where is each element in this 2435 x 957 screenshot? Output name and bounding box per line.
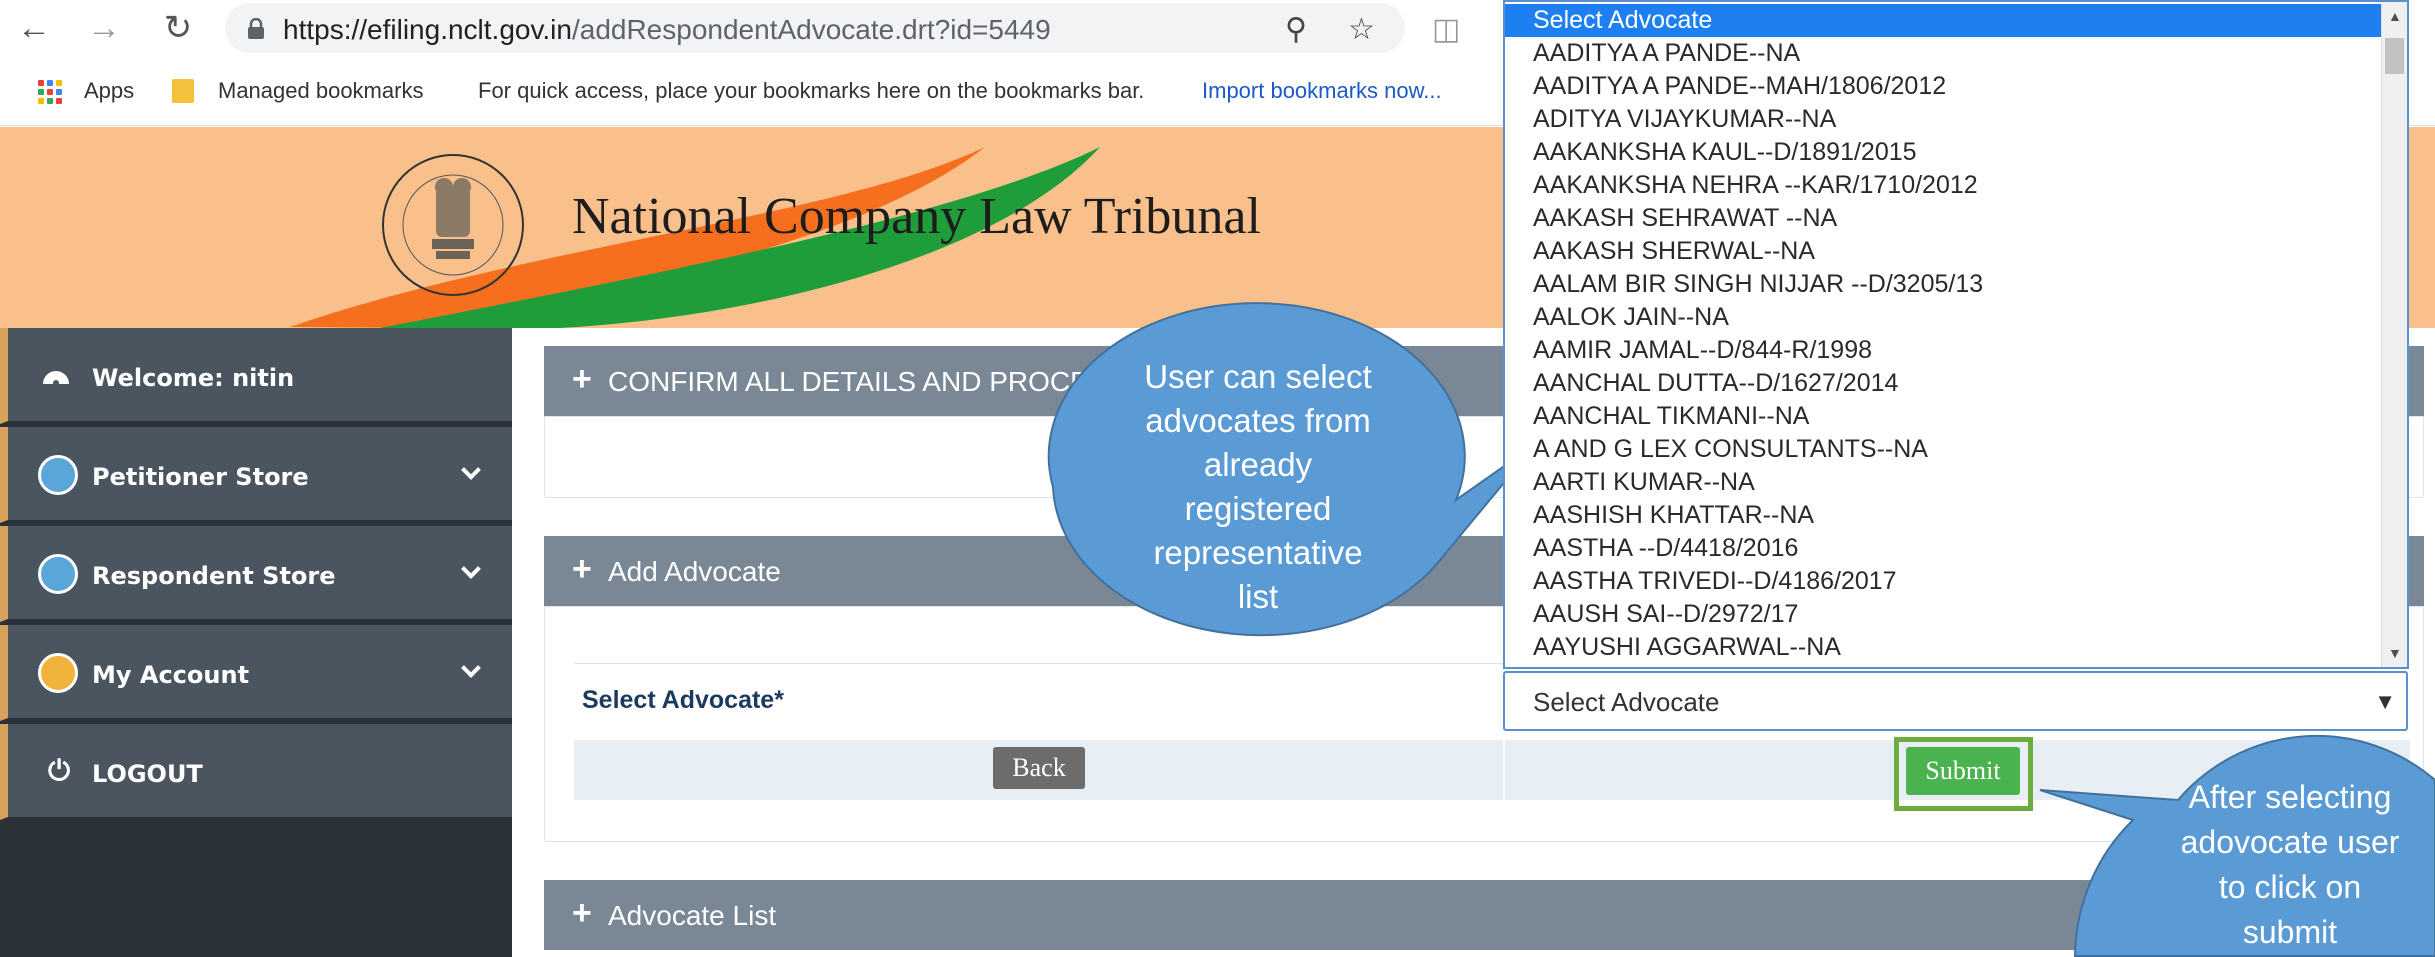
button-row [574, 740, 2410, 800]
sidebar-item-my-account[interactable]: My Account [0, 625, 512, 721]
dropdown-option[interactable]: AASHISH KHATTAR--NA [1505, 499, 2385, 532]
plus-icon: + [572, 360, 592, 398]
dropdown-option[interactable]: A AND G LEX CONSULTANTS--NA [1505, 433, 2385, 466]
callout-advocates-text: User can select advocates from already r… [1098, 355, 1418, 619]
callout-line: advocates from [1145, 402, 1371, 439]
reload-icon[interactable]: ↻ [158, 8, 198, 48]
advocate-select[interactable]: Select Advocate ▼ [1503, 671, 2408, 731]
advocate-list-panel-header[interactable]: + Advocate List [544, 880, 2424, 950]
sidebar-item-label: My Account [92, 661, 250, 689]
dropdown-option[interactable]: AAYUSHI AGGARWAL--NA [1505, 631, 2385, 664]
url-text: https://efiling.nclt.gov.in/addResponden… [283, 14, 1051, 46]
scroll-thumb[interactable] [2385, 38, 2404, 74]
callout-line: list [1237, 578, 1279, 615]
sidebar-welcome: Welcome: nitin [0, 328, 512, 424]
dropdown-option[interactable]: AASTHA --D/4418/2016 [1505, 532, 2385, 565]
dropdown-option[interactable]: AASTHA TRIVEDI--D/4186/2017 [1505, 565, 2385, 598]
address-bar[interactable]: https://efiling.nclt.gov.in/addResponden… [225, 3, 1405, 53]
callout-submit-text: After selecting adovocate user to click … [2150, 775, 2430, 955]
dropdown-scrollbar[interactable]: ▲ ▼ [2381, 2, 2407, 667]
dropdown-option[interactable]: AADITYA A PANDE--MAH/1806/2012 [1505, 70, 2385, 103]
callout-line: registered [1184, 490, 1332, 527]
sidebar-item-label: LOGOUT [92, 760, 203, 788]
dropdown-option[interactable]: AAKANKSHA NEHRA --KAR/1710/2012 [1505, 169, 2385, 202]
callout-line: After selecting [2188, 779, 2392, 815]
submit-button[interactable]: Submit [1906, 747, 2020, 795]
callout-line: to click on [2218, 869, 2362, 905]
plus-icon: + [572, 894, 592, 932]
chevron-down-icon [461, 460, 481, 480]
lock-icon [248, 18, 264, 39]
site-title: National Company Law Tribunal [572, 188, 1261, 245]
chevron-down-icon [461, 559, 481, 579]
sidebar-item-label: Petitioner Store [92, 463, 309, 491]
sidebar: Welcome: nitin Petitioner Store Responde… [0, 328, 512, 957]
dropdown-option[interactable]: ADITYA VIJAYKUMAR--NA [1505, 103, 2385, 136]
import-bookmarks-link[interactable]: Import bookmarks now... [1202, 78, 1442, 104]
bookmarks-hint: For quick access, place your bookmarks h… [478, 78, 1145, 103]
sidebar-item-petitioner-store[interactable]: Petitioner Store [0, 427, 512, 523]
dropdown-option[interactable]: AANCHAL DUTTA--D/1627/2014 [1505, 367, 2385, 400]
url-path: /addRespondentAdvocate.drt?id=5449 [571, 14, 1051, 45]
advocate-select-value: Select Advocate [1533, 687, 1720, 717]
sidebar-item-label: Respondent Store [92, 562, 336, 590]
nclt-logo [378, 147, 528, 307]
forward-arrow-icon[interactable]: → [84, 8, 124, 48]
sidebar-item-logout[interactable]: ⏻ LOGOUT [0, 724, 512, 820]
back-arrow-icon[interactable]: ← [14, 8, 54, 48]
plus-icon: + [572, 550, 592, 588]
callout-line: adovocate user [2180, 824, 2400, 860]
scroll-down-icon[interactable]: ▼ [2388, 645, 2402, 661]
advocate-dropdown-list[interactable]: Select Advocate AADITYA A PANDE--NA AADITY… [1503, 0, 2409, 669]
back-button[interactable]: Back [993, 747, 1085, 789]
callout-line: submit [2242, 914, 2338, 950]
dropdown-option[interactable]: Select Advocate [1505, 4, 2385, 37]
power-icon: ⏻ [48, 754, 71, 787]
dropdown-option[interactable]: AANCHAL TIKMANI--NA [1505, 400, 2385, 433]
store-icon [38, 455, 78, 495]
dropdown-option[interactable]: AALAM BIR SINGH NIJJAR --D/3205/13 [1505, 268, 2385, 301]
dropdown-option[interactable]: AAKANKSHA KAUL--D/1891/2015 [1505, 136, 2385, 169]
star-icon[interactable]: ☆ [1348, 12, 1375, 47]
dropdown-option[interactable]: AAMIR JAMAL--D/844-R/1998 [1505, 334, 2385, 367]
url-host: https://efiling.nclt.gov.in [283, 14, 572, 45]
apps-link[interactable]: Apps [84, 78, 134, 104]
callout-line: User can select [1144, 358, 1372, 395]
store-icon [38, 554, 78, 594]
button-row-divider [1503, 740, 1505, 800]
confirm-panel-title: CONFIRM ALL DETAILS AND PROCE [608, 366, 1089, 397]
extension-icon[interactable]: ◫ [1432, 12, 1460, 47]
callout-line: representative [1153, 534, 1363, 571]
user-icon [38, 653, 78, 693]
scroll-up-icon[interactable]: ▲ [2388, 8, 2402, 24]
welcome-text: Welcome: nitin [92, 364, 295, 392]
callout-line: already [1203, 446, 1313, 483]
sidebar-item-respondent-store[interactable]: Respondent Store [0, 526, 512, 622]
managed-bookmarks-link[interactable]: Managed bookmarks [218, 78, 423, 104]
advocate-list-panel-title: Advocate List [608, 900, 777, 931]
dropdown-option[interactable]: AALOK JAIN--NA [1505, 301, 2385, 334]
select-advocate-label: Select Advocate* [582, 686, 784, 714]
dropdown-option[interactable]: AAKASH SHERWAL--NA [1505, 235, 2385, 268]
apps-icon[interactable] [38, 80, 62, 104]
add-advocate-panel-title: Add Advocate [608, 556, 781, 587]
folder-icon [172, 79, 194, 103]
dashboard-icon [43, 371, 69, 386]
dropdown-option[interactable]: AADITYA A PANDE--NA [1505, 37, 2385, 70]
dropdown-option[interactable]: AAKASH SEHRAWAT --NA [1505, 202, 2385, 235]
chevron-down-icon [461, 658, 481, 678]
zoom-icon[interactable]: ⚲ [1285, 12, 1307, 47]
dropdown-option[interactable]: AAUSH SAI--D/2972/17 [1505, 598, 2385, 631]
dropdown-option[interactable]: AARTI KUMAR--NA [1505, 466, 2385, 499]
caret-down-icon: ▼ [2374, 689, 2396, 714]
